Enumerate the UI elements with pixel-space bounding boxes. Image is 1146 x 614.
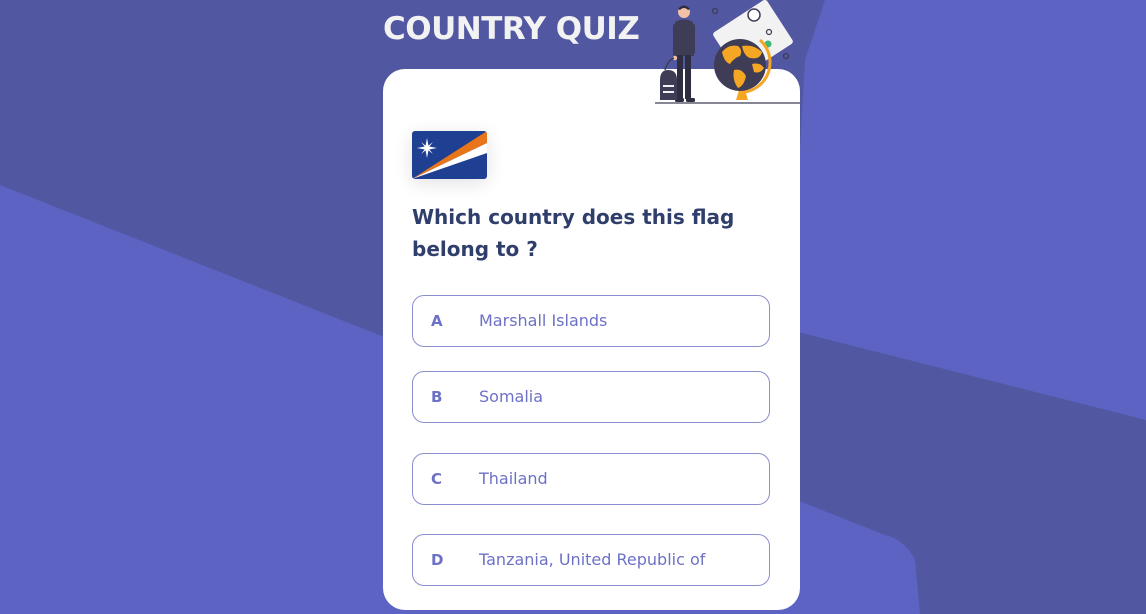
- traveler-globe-illustration: [655, 0, 800, 104]
- option-label: Marshall Islands: [479, 311, 608, 330]
- option-letter: B: [431, 388, 443, 406]
- option-label: Thailand: [479, 469, 548, 488]
- option-letter: C: [431, 470, 443, 488]
- option-label: Somalia: [479, 387, 544, 406]
- answer-option-d[interactable]: D Tanzania, United Republic of: [412, 534, 770, 586]
- answer-option-c[interactable]: C Thailand: [412, 453, 770, 505]
- answer-option-b[interactable]: B Somalia: [412, 371, 770, 423]
- quiz-card: Which country does this flag belong to ?…: [383, 69, 800, 610]
- answer-option-a[interactable]: A Marshall Islands: [412, 295, 770, 347]
- option-label: Tanzania, United Republic of: [479, 550, 706, 569]
- page-title: COUNTRY QUIZ: [383, 11, 640, 47]
- option-letter: D: [431, 551, 444, 569]
- question-text: Which country does this flag belong to ?: [412, 205, 735, 261]
- flag-image: [412, 131, 487, 179]
- option-letter: A: [431, 312, 443, 330]
